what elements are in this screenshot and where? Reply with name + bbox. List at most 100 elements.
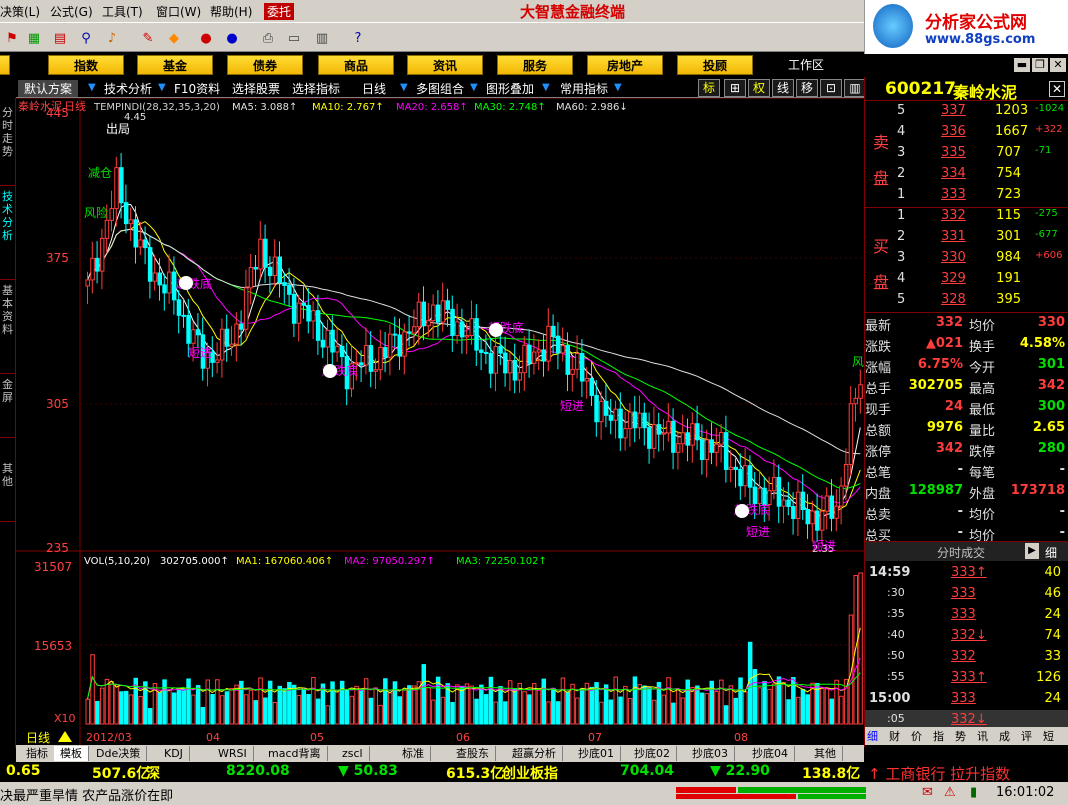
tab-multi-chart[interactable]: 多图组合	[416, 80, 464, 97]
tab-daily[interactable]: 日线	[362, 80, 386, 97]
books-icon[interactable]: ▥	[312, 28, 332, 48]
qtab-price[interactable]: 价	[911, 728, 922, 744]
vtab-timeshare[interactable]: 分时走势	[0, 106, 15, 186]
category-bond[interactable]: 债券	[227, 55, 303, 75]
news-icon[interactable]: ✎	[138, 28, 158, 48]
tool-mark[interactable]: 标	[698, 79, 720, 97]
chevron-down-icon[interactable]: ▼	[400, 81, 410, 95]
qtab-detail[interactable]: 细	[867, 728, 878, 744]
vtab-other[interactable]: 其他	[0, 462, 15, 522]
chevron-down-icon[interactable]: ▼	[542, 81, 552, 95]
qtab-volume[interactable]: 成	[999, 728, 1010, 744]
tool-layout[interactable]: ▥	[844, 79, 866, 97]
btab[interactable]: macd背离	[262, 746, 328, 761]
tool-draw-line[interactable]: 线	[772, 79, 794, 97]
category-advisor[interactable]: 投顾	[677, 55, 753, 75]
category-fund[interactable]: 基金	[137, 55, 213, 75]
btab[interactable]: 其他	[808, 746, 843, 761]
buy-row[interactable]: 4 329 191	[865, 269, 1068, 290]
sell-row[interactable]: 1 333 723	[865, 185, 1068, 206]
kline-chart[interactable]: 秦岭水泥 日线 TEMPINDI(28,32,35,3,20) MA5: 3.0…	[16, 98, 864, 746]
btab[interactable]: 模板	[54, 746, 89, 761]
tab-common-indicator[interactable]: 常用指标	[560, 80, 608, 97]
btab[interactable]: Dde决策	[90, 746, 148, 761]
tab-technical[interactable]: 技术分析	[104, 80, 152, 97]
tool-rights[interactable]: 权	[748, 79, 770, 97]
qtab-finance[interactable]: 财	[889, 728, 900, 744]
vtab-gold-screen[interactable]: 金屏	[0, 378, 15, 438]
btab[interactable]: 标准	[396, 746, 431, 761]
category-commodity[interactable]: 商品	[318, 55, 394, 75]
tab-select-indicator[interactable]: 选择指标	[292, 80, 340, 97]
sell-row[interactable]: 5 337 1203 -1024	[865, 101, 1068, 122]
buy-row[interactable]: 1 332 115 -275	[865, 206, 1068, 227]
buy-row[interactable]: 2 331 301 -677	[865, 227, 1068, 248]
grid-icon[interactable]: ▦	[24, 28, 44, 48]
menu-tools[interactable]: 工具(T)	[102, 3, 143, 20]
vtab-technical[interactable]: 技术分析	[0, 190, 15, 280]
buy-row[interactable]: 3 330 984 +606	[865, 248, 1068, 269]
print-icon[interactable]: ⎙	[258, 28, 278, 48]
chevron-down-icon[interactable]: ▼	[470, 81, 480, 95]
btab[interactable]: 指标	[20, 746, 55, 761]
close-icon[interactable]: ✕	[1050, 58, 1066, 72]
category-service[interactable]: 服务	[497, 55, 573, 75]
disk-blue-icon[interactable]: ●	[222, 28, 242, 48]
close-icon[interactable]: ✕	[1049, 81, 1065, 97]
chevron-down-icon[interactable]: ▼	[88, 81, 98, 95]
buy-row[interactable]: 5 328 395	[865, 290, 1068, 311]
qtab-index[interactable]: 指	[933, 728, 944, 744]
btab[interactable]: WRSI	[212, 746, 254, 761]
tool-move[interactable]: 移	[796, 79, 818, 97]
tab-select-stock[interactable]: 选择股票	[232, 80, 280, 97]
ticker-news[interactable]: ↑ 工商银行 拉升指数	[868, 763, 1010, 784]
qtab-short[interactable]: 短	[1043, 728, 1054, 744]
btab[interactable]: 查股东	[450, 746, 496, 761]
qtab-news[interactable]: 讯	[977, 728, 988, 744]
category-stock[interactable]: 股	[0, 55, 10, 75]
sell-row[interactable]: 2 334 754	[865, 164, 1068, 185]
period-footer[interactable]: 日线	[26, 731, 50, 745]
window-icon[interactable]: ▭	[284, 28, 304, 48]
tool-crosshair[interactable]: ⊞	[724, 79, 746, 97]
sell-row[interactable]: 4 336 1667 +322	[865, 122, 1068, 143]
menu-decision[interactable]: 决策(L)	[0, 3, 40, 20]
restore-icon[interactable]: ❐	[1032, 58, 1048, 72]
weituo-button[interactable]: 委托	[264, 3, 295, 20]
binoculars-icon[interactable]: ⚲	[76, 28, 96, 48]
tab-overlay[interactable]: 图形叠加	[486, 80, 534, 97]
btab[interactable]: 抄底02	[628, 746, 677, 761]
help-cursor-icon[interactable]: ?	[348, 28, 368, 48]
tab-f10[interactable]: F10资料	[174, 80, 220, 97]
chevron-down-icon[interactable]: ▼	[614, 81, 624, 95]
diamond-icon[interactable]: ◆	[164, 28, 184, 48]
mail-icon[interactable]: ✉	[922, 785, 933, 800]
category-news[interactable]: 资讯	[407, 55, 483, 75]
menu-help[interactable]: 帮助(H)	[210, 3, 252, 20]
minimize-icon[interactable]: ▬	[1014, 58, 1030, 72]
workarea-label[interactable]: 工作区	[788, 56, 824, 73]
status-news[interactable]: 决最严重旱情 农产品涨价在即	[0, 785, 173, 804]
btab[interactable]: 抄底01	[572, 746, 621, 761]
play-icon[interactable]: ▶	[1025, 543, 1039, 559]
flag-icon[interactable]: ⚑	[2, 28, 22, 48]
btab[interactable]: 抄底03	[686, 746, 735, 761]
vtab-fundamentals[interactable]: 基本资料	[0, 284, 15, 374]
tab-scheme[interactable]: 默认方案	[18, 80, 79, 97]
bell-icon[interactable]: ♪	[102, 28, 122, 48]
category-index[interactable]: 指数	[48, 55, 124, 75]
menu-window[interactable]: 窗口(W)	[156, 3, 201, 20]
btab[interactable]: 超赢分析	[506, 746, 563, 761]
qtab-review[interactable]: 评	[1021, 728, 1032, 744]
btab[interactable]: 抄底04	[746, 746, 795, 761]
btab[interactable]: zscl	[336, 746, 370, 761]
menu-formula[interactable]: 公式(G)	[50, 3, 93, 20]
alert-icon[interactable]: ⚠	[944, 785, 956, 800]
sell-row[interactable]: 3 335 707 -71	[865, 143, 1068, 164]
chevron-down-icon[interactable]: ▼	[158, 81, 168, 95]
qtab-trend[interactable]: 势	[955, 728, 966, 744]
btab[interactable]: KDJ	[158, 746, 190, 761]
chart-icon[interactable]: ▤	[50, 28, 70, 48]
tool-window[interactable]: ⊡	[820, 79, 842, 97]
ticks-detail-button[interactable]: 细	[1045, 544, 1057, 561]
